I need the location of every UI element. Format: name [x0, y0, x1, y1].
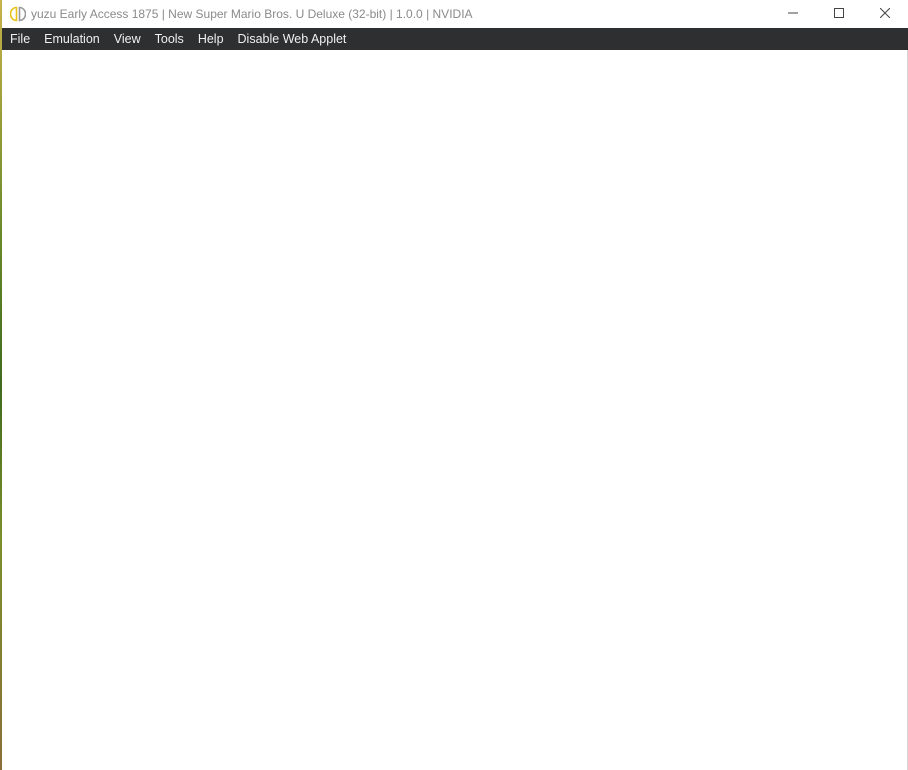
close-icon [879, 5, 891, 23]
menu-view[interactable]: View [107, 28, 148, 50]
minimize-button[interactable] [770, 0, 816, 28]
menu-emulation[interactable]: Emulation [37, 28, 107, 50]
menu-bar: File Emulation View Tools Help Disable W… [2, 28, 908, 50]
menu-tools[interactable]: Tools [148, 28, 191, 50]
yuzu-main-window: yuzu Early Access 1875 | New Super Mario… [0, 0, 908, 770]
window-controls [770, 0, 908, 28]
close-button[interactable] [862, 0, 908, 28]
maximize-icon [834, 5, 844, 23]
menu-disable-web-applet[interactable]: Disable Web Applet [231, 28, 354, 50]
yuzu-logo-icon [10, 6, 26, 22]
window-title: yuzu Early Access 1875 | New Super Mario… [31, 7, 473, 21]
menu-file[interactable]: File [2, 28, 37, 50]
minimize-icon [788, 5, 798, 23]
game-render-area[interactable] [2, 50, 907, 770]
maximize-button[interactable] [816, 0, 862, 28]
menu-help[interactable]: Help [191, 28, 231, 50]
title-bar[interactable]: yuzu Early Access 1875 | New Super Mario… [2, 0, 908, 28]
